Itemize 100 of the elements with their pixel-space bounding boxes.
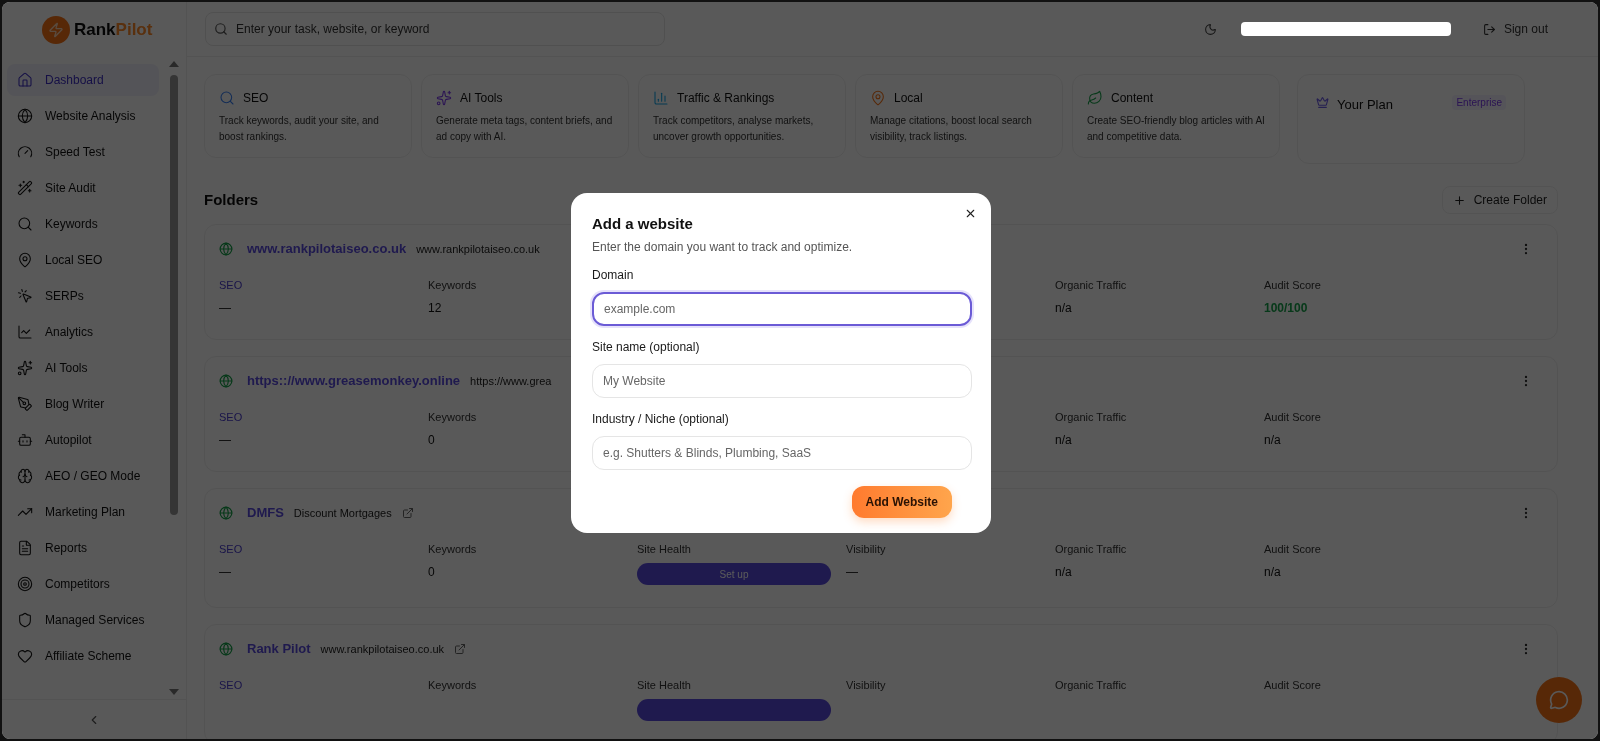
field-label: Industry / Niche (optional) (592, 410, 730, 428)
sidebar-item[interactable]: Affiliate Scheme (7, 640, 159, 672)
close-button[interactable] (964, 207, 977, 220)
plus-icon (1452, 193, 1466, 207)
metric-label: Site Health (637, 541, 691, 557)
metric-label: SEO (219, 277, 243, 293)
sidebar-item[interactable]: Marketing Plan (7, 496, 159, 528)
metric-label: Keywords (428, 677, 477, 693)
globe-icon (219, 241, 233, 256)
sidebar-item[interactable]: SERPs (7, 280, 159, 312)
globe-icon (219, 373, 233, 388)
sidebar-item[interactable]: Speed Test (7, 136, 159, 168)
feature-card[interactable]: Traffic & Rankings Track competitors, analyse markets, uncover growth opportunities. (638, 74, 846, 158)
metric-label: Organic Traffic (1055, 409, 1127, 425)
leaf-icon (1087, 90, 1103, 106)
sidebar-item[interactable]: Dashboard (7, 64, 159, 96)
sidebar-item[interactable]: AEO / GEO Mode (7, 460, 159, 492)
metric-value: 0 (428, 432, 435, 449)
feature-card[interactable]: SEO Track keywords, audit your site, and boost rankings. (204, 74, 412, 158)
sidebar-item[interactable]: Blog Writer (7, 388, 159, 420)
search-icon (17, 216, 33, 232)
site-name-link[interactable]: www.rankpilotaiseo.co.uk (247, 239, 407, 259)
metric-value: n/a (1264, 432, 1281, 449)
feature-title: Local (894, 90, 923, 107)
heart-icon (17, 648, 33, 664)
metric-label: Keywords (428, 541, 477, 557)
sidebar-item[interactable]: Site Audit (7, 172, 159, 204)
metric-label: Organic Traffic (1055, 277, 1127, 293)
sign-out-button[interactable]: Sign out (1482, 20, 1548, 38)
search-icon (219, 90, 235, 106)
site-url: Discount Mortgages (293, 505, 392, 521)
sidebar-item[interactable]: Keywords (7, 208, 159, 240)
sidebar-item[interactable]: Reports (7, 532, 159, 564)
metric-label: Site Health (637, 677, 691, 693)
sidebar-item[interactable]: Competitors (7, 568, 159, 600)
metric-label: Visibility (846, 677, 886, 693)
magic-wand-icon (17, 180, 33, 196)
shield-icon (17, 612, 33, 628)
line-chart-icon (17, 324, 33, 340)
plan-badge: Enterprise (1452, 95, 1506, 110)
metric-label: SEO (219, 541, 243, 557)
site-name-link[interactable]: DMFS (247, 503, 284, 523)
external-link-icon[interactable] (401, 506, 414, 519)
search-field[interactable]: Enter your task, website, or keyword (205, 12, 665, 46)
audit-score-value: 100/100 (1264, 300, 1308, 317)
metric-label: Visibility (846, 541, 886, 557)
site-name-link[interactable]: https:://www.greasemonkey.online (247, 371, 461, 391)
field-label: Domain (592, 266, 635, 284)
sparkles-icon (17, 360, 33, 376)
metric-label: Audit Score (1264, 277, 1321, 293)
create-folder-button[interactable]: Create Folder (1441, 186, 1558, 214)
cursor-click-icon (17, 288, 33, 304)
input-field[interactable]: example.com (592, 291, 972, 326)
sign-out-icon (1482, 22, 1496, 36)
metric-value: n/a (1055, 432, 1072, 449)
map-pin-icon (870, 90, 886, 106)
feature-card[interactable]: Local Manage citations, boost local search visibility, track listings. (855, 74, 1063, 158)
external-link-icon[interactable] (454, 642, 467, 655)
metric-label: Audit Score (1264, 409, 1321, 425)
metric-value: 12 (428, 300, 442, 317)
metric-label: SEO (219, 409, 243, 425)
metric-label: Organic Traffic (1055, 541, 1127, 557)
plan-title: Your Plan (1337, 96, 1393, 114)
metric-value: — (219, 564, 231, 581)
robot-icon (17, 432, 33, 448)
metric-value: — (846, 564, 858, 581)
search-icon (214, 22, 228, 36)
metric-label: SEO (219, 677, 243, 693)
folders-heading: Folders (204, 189, 259, 210)
metric-label: Audit Score (1264, 677, 1321, 693)
map-pin-icon (17, 252, 33, 268)
sidebar-item[interactable]: Autopilot (7, 424, 159, 456)
feature-card[interactable]: Content Create SEO-friendly blog articles with AI and competitive data. (1072, 74, 1280, 158)
add-website-button[interactable]: Add Website (851, 485, 952, 518)
sidebar-item[interactable]: Local SEO (7, 244, 159, 276)
site-url: https://www.grea (470, 373, 552, 389)
chat-bubble-icon (1549, 690, 1569, 710)
brand-name: RankPilot (74, 18, 153, 41)
globe-icon (219, 641, 233, 656)
metric-value: n/a (1055, 564, 1072, 581)
sparkles-icon (436, 90, 452, 106)
metric-value: n/a (1264, 564, 1281, 581)
metric-label: Audit Score (1264, 541, 1321, 557)
sidebar-item[interactable]: Managed Services (7, 604, 159, 636)
moon-icon[interactable] (1203, 22, 1217, 36)
plan-card[interactable]: Your Plan Enterprise (1297, 74, 1525, 164)
pen-nib-icon (17, 396, 33, 412)
crown-icon (1316, 96, 1329, 109)
chat-button[interactable] (1536, 677, 1582, 723)
feature-card[interactable]: AI Tools Generate meta tags, content briefs, and ad copy with AI. (421, 74, 629, 158)
site-name-link[interactable]: Rank Pilot (247, 639, 311, 659)
sidebar-item[interactable]: AI Tools (7, 352, 159, 384)
sidebar-item[interactable]: Website Analysis (7, 100, 159, 132)
dialog-subtitle: Enter the domain you want to track and optimize. (592, 238, 854, 256)
set-up-button[interactable] (637, 699, 831, 721)
document-icon (17, 540, 33, 556)
feature-description: Track competitors, analyse markets, uncover growth opportunities. (653, 114, 815, 144)
sidebar-item[interactable]: Analytics (7, 316, 159, 348)
metric-value: — (219, 300, 231, 317)
feature-description: Manage citations, boost local search visibility, track listings. (870, 114, 1033, 144)
